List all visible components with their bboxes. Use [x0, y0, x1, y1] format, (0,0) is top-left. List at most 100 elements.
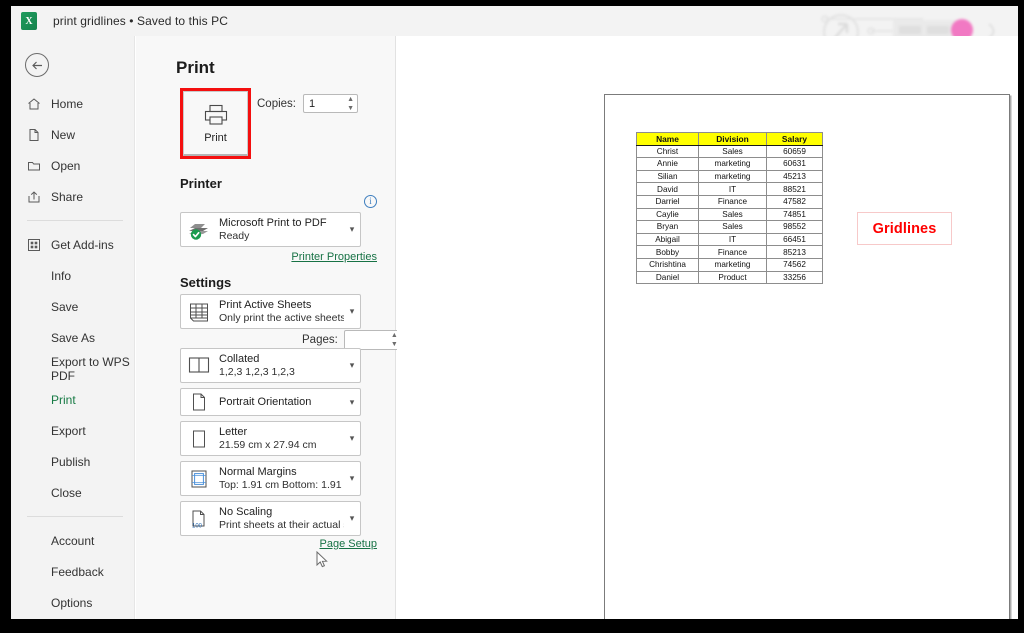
sidebar-item-close[interactable]: Close [11, 477, 135, 508]
share-icon [27, 190, 49, 204]
sidebar-item-label: Share [51, 189, 84, 204]
sidebar-item-save[interactable]: Save [11, 291, 135, 322]
sidebar-item-save-as[interactable]: Save As [11, 322, 135, 353]
sidebar-item-options[interactable]: Options [11, 587, 135, 618]
back-button[interactable] [25, 53, 49, 77]
chevron-down-icon[interactable]: ▾ [344, 224, 360, 235]
chevron-down-icon[interactable]: ▾ [344, 397, 360, 408]
scaling-select[interactable]: 100 No Scaling Print sheets at their act… [180, 501, 361, 536]
sidebar-item-label: Account [51, 533, 95, 548]
paper-size-select[interactable]: Letter 21.59 cm x 27.94 cm ▾ [180, 421, 361, 456]
sidebar-item-export[interactable]: Export [11, 415, 135, 446]
cell-salary: 74562 [766, 257, 823, 272]
margins-select[interactable]: Normal Margins Top: 1.91 cm Bottom: 1.91… [180, 461, 361, 496]
sidebar-item-label: Save [51, 299, 79, 314]
orientation-icon [181, 389, 217, 415]
table-row: Bryan Sales 98552 [636, 220, 823, 234]
chevron-down-icon[interactable]: ▾ [344, 306, 360, 317]
cell-name: Christ [636, 144, 699, 159]
cell-salary: 66451 [766, 232, 823, 247]
print-button-highlight: Print [180, 88, 251, 159]
cell-name: Chrishtina [636, 257, 699, 272]
sidebar-item-share[interactable]: Share [11, 181, 135, 212]
sidebar-item-home[interactable]: Home [11, 88, 135, 119]
printer-name: Microsoft Print to PDF [219, 217, 327, 229]
nav-divider-2 [27, 516, 123, 517]
window-title: print gridlines • Saved to this PC [53, 14, 229, 28]
table-row: Chrishtina marketing 74562 [636, 257, 823, 272]
cell-salary: 98552 [766, 220, 823, 234]
paper-size-primary: Letter [219, 426, 248, 438]
orientation-select[interactable]: Portrait Orientation ▾ [180, 388, 361, 416]
cell-division: Sales [698, 220, 767, 234]
chevron-down-icon[interactable]: ▾ [344, 360, 360, 371]
sidebar-item-export-to-wps-pdf[interactable]: Export to WPS PDF [11, 353, 135, 384]
column-header-name: Name [636, 132, 699, 146]
chevron-down-icon[interactable]: ▾ [344, 513, 360, 524]
print-range-secondary: Only print the active sheets [219, 312, 344, 324]
sidebar-item-more[interactable]: More... [11, 618, 135, 619]
sidebar-item-account[interactable]: Account [11, 525, 135, 556]
cell-division: IT [698, 232, 767, 247]
sidebar-item-open[interactable]: Open [11, 150, 135, 181]
sheets-icon [181, 295, 217, 328]
nav-divider-1 [27, 220, 123, 221]
sidebar-item-publish[interactable]: Publish [11, 446, 135, 477]
info-icon[interactable]: i [364, 195, 377, 208]
stepper-up-icon[interactable]: ▲ [347, 96, 354, 103]
sidebar-item-label: Save As [51, 330, 96, 345]
sidebar-item-print[interactable]: Print [11, 384, 135, 415]
column-header-salary: Salary [766, 132, 823, 146]
cell-division: Sales [698, 207, 767, 222]
preview-data-table: Name Division Salary Christ Sales 60659 An… [636, 132, 823, 285]
copies-stepper[interactable]: 1 ▲ ▼ [303, 94, 358, 113]
sidebar-item-label: Feedback [51, 564, 104, 579]
printer-select[interactable]: Microsoft Print to PDF Ready ▾ [180, 212, 361, 247]
sidebar-item-label: Options [51, 595, 93, 610]
pages-label: Pages: [302, 334, 338, 346]
sidebar-item-new[interactable]: New [11, 119, 135, 150]
margins-icon [181, 462, 217, 495]
table-row: Daniel Product 33256 [636, 270, 823, 285]
cell-name: Daniel [636, 270, 699, 285]
table-row: Darriel Finance 47582 [636, 194, 823, 209]
printer-properties-link[interactable]: Printer Properties [291, 251, 377, 263]
copies-value: 1 [309, 97, 316, 110]
print-range-select[interactable]: Print Active Sheets Only print the activ… [180, 294, 361, 329]
cell-division: Finance [698, 245, 767, 259]
stepper-down-icon[interactable]: ▼ [347, 105, 354, 112]
sidebar-item-info[interactable]: Info [11, 260, 135, 291]
copies-label: Copies: [257, 97, 296, 110]
page-setup-link[interactable]: Page Setup [320, 538, 378, 550]
column-header-division: Division [698, 132, 767, 146]
collation-primary: Collated [219, 353, 260, 365]
sidebar-item-get-add-ins[interactable]: Get Add-ins [11, 229, 135, 260]
backstage-nav-rail: Home New Open Share Get Add-ins Info Sav… [11, 36, 135, 619]
print-preview-area: Name Division Salary Christ Sales 60659 An… [397, 36, 1018, 619]
chevron-down-icon[interactable]: ▾ [344, 433, 360, 444]
folder-icon [27, 159, 49, 173]
print-settings-pane: Print Print Copies: 1 ▲ ▼ Printer i Micr… [136, 36, 484, 619]
pages-from-input[interactable]: ▲ ▼ [343, 330, 402, 350]
collation-select[interactable]: Collated 1,2,3 1,2,3 1,2,3 ▾ [180, 348, 361, 383]
cell-division: marketing [698, 157, 767, 171]
printer-text: Microsoft Print to PDF Ready [217, 217, 344, 242]
collated-icon [181, 349, 217, 382]
excel-icon: X [21, 12, 37, 30]
print-button[interactable]: Print [183, 91, 248, 156]
cell-salary: 85213 [766, 245, 823, 259]
printer-icon [204, 104, 227, 125]
print-range-text: Print Active Sheets Only print the activ… [217, 299, 344, 324]
table-row: Silian marketing 45213 [636, 169, 823, 184]
stepper-arrows[interactable]: ▲ ▼ [347, 96, 354, 112]
table-row: Christ Sales 60659 [636, 144, 823, 159]
cell-salary: 74851 [766, 207, 823, 222]
sidebar-item-feedback[interactable]: Feedback [11, 556, 135, 587]
svg-text:100: 100 [192, 523, 203, 529]
page-title: Print [176, 58, 215, 77]
chevron-down-icon[interactable]: ▾ [344, 473, 360, 484]
cell-salary: 45213 [766, 169, 823, 184]
printer-ready-icon [181, 213, 217, 246]
cell-division: marketing [698, 169, 767, 184]
cell-name: Annie [636, 157, 699, 171]
